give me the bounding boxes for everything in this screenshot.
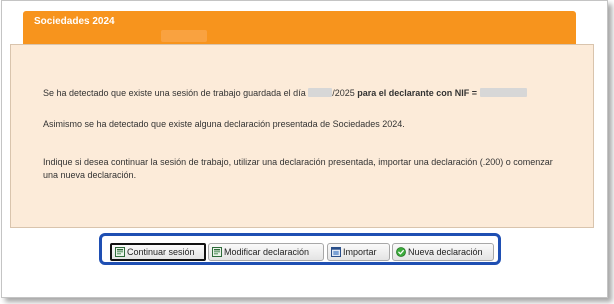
- importar-label: Importar: [343, 247, 377, 257]
- presented-declaration-message: Asimismo se ha detectado que existe algu…: [43, 119, 405, 129]
- message-panel: Se ha detectado que existe una sesión de…: [10, 44, 594, 228]
- session-date-year: /2025: [332, 88, 355, 98]
- session-message-text: Se ha detectado que existe una sesión de…: [43, 88, 306, 98]
- redacted-header-area: [161, 30, 207, 42]
- green-check-circle-icon: [396, 247, 406, 257]
- import-window-icon: [331, 247, 341, 257]
- redacted-nif: [480, 88, 528, 97]
- redacted-date: [308, 88, 333, 97]
- form-document-icon: [212, 247, 222, 257]
- continuar-sesion-label: Continuar sesión: [127, 247, 195, 257]
- nueva-declaracion-button[interactable]: Nueva declaración: [392, 243, 494, 261]
- modificar-declaracion-label: Modificar declaración: [224, 247, 310, 257]
- continuar-sesion-button[interactable]: Continuar sesión: [110, 243, 206, 261]
- nif-label: para el declarante con NIF =: [357, 88, 478, 98]
- modificar-declaracion-button[interactable]: Modificar declaración: [208, 243, 324, 261]
- instruction-message: Indique si desea continuar la sesión de …: [43, 157, 553, 180]
- dialog-title: Sociedades 2024: [34, 16, 115, 27]
- form-document-icon: [115, 247, 125, 257]
- session-message: Se ha detectado que existe una sesión de…: [43, 87, 528, 100]
- action-button-group: Continuar sesión Modificar declaración I…: [99, 233, 501, 265]
- importar-button[interactable]: Importar: [327, 243, 390, 261]
- nueva-declaracion-label: Nueva declaración: [408, 247, 483, 257]
